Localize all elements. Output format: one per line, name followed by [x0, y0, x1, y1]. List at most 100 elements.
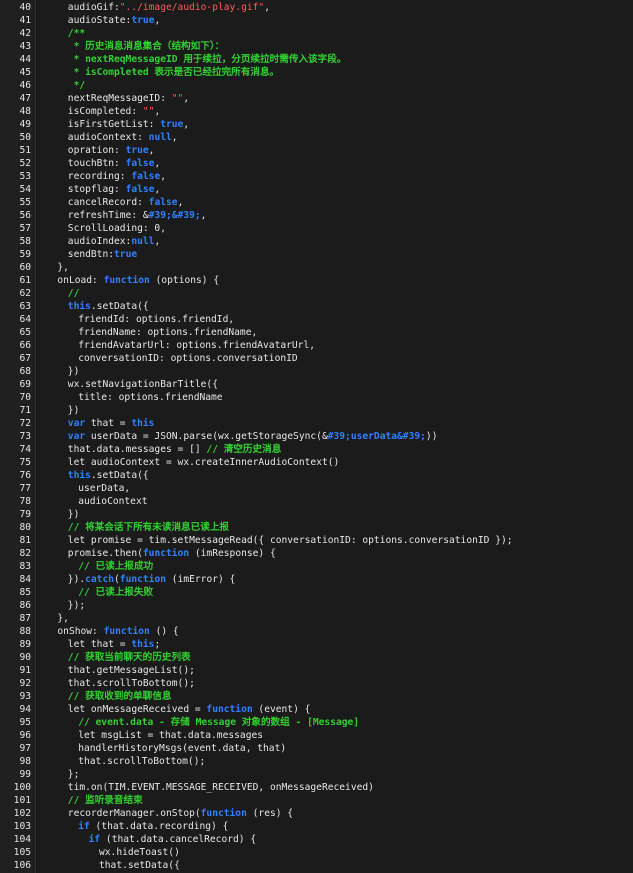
- code-token: // 清空历史消息: [206, 443, 282, 455]
- code-line[interactable]: 85 // 已读上报失败: [0, 586, 633, 599]
- code-line[interactable]: 71}): [0, 404, 633, 417]
- code-text: that.scrollToBottom();: [78, 755, 205, 768]
- code-line[interactable]: 92 that.scrollToBottom();: [0, 677, 633, 690]
- code-line[interactable]: 48 isCompleted: "",: [0, 105, 633, 118]
- code-line[interactable]: 46 */: [0, 79, 633, 92]
- code-editor[interactable]: 40 audioGif:"../image/audio-play.gif", 41 a…: [0, 0, 633, 873]
- code-line[interactable]: 89 let that = this;: [0, 638, 633, 651]
- code-token: }).: [67, 573, 86, 585]
- code-line[interactable]: 80 // 将某会话下所有未读消息已读上报: [0, 521, 633, 534]
- code-line[interactable]: 64 friendId: options.friendId,: [0, 313, 633, 326]
- code-text: /**: [68, 27, 85, 40]
- code-line[interactable]: 59 sendBtn:true: [0, 248, 633, 261]
- code-line[interactable]: 76 this.setData({: [0, 469, 633, 482]
- line-number: 44: [19, 53, 31, 65]
- code-line[interactable]: 72 var that = this: [0, 417, 633, 430]
- code-line[interactable]: 58 audioIndex:null,: [0, 235, 633, 248]
- code-line[interactable]: 67 conversationID: options.conversationID: [0, 352, 633, 365]
- code-line[interactable]: 49 isFirstGetList: true,: [0, 118, 633, 131]
- code-line[interactable]: 105 wx.hideToast(): [0, 846, 633, 859]
- code-token: audioState:: [67, 14, 132, 26]
- code-line[interactable]: 96 let msgList = that.data.messages: [0, 729, 633, 742]
- code-line[interactable]: 102 recorderManager.onStop(function (res)…: [0, 807, 633, 820]
- code-line[interactable]: 90 // 获取当前聊天的历史列表: [0, 651, 633, 664]
- code-line[interactable]: 70 title: options.friendName: [0, 391, 633, 404]
- code-line[interactable]: 65 friendName: options.friendName,: [0, 326, 633, 339]
- code-text: that.setData({: [99, 859, 180, 872]
- code-line[interactable]: 87},: [0, 612, 633, 625]
- code-line[interactable]: 83 // 已读上报成功: [0, 560, 633, 573]
- code-token: that.data.messages = []: [67, 443, 207, 455]
- code-line[interactable]: 91 that.getMessageList();: [0, 664, 633, 677]
- code-line[interactable]: 50 audioContext: null,: [0, 131, 633, 144]
- code-line[interactable]: 82 promise.then(function (imResponse) {: [0, 547, 633, 560]
- code-line[interactable]: 51 opration: true,: [0, 144, 633, 157]
- code-line[interactable]: 41 audioState:true,: [0, 14, 633, 27]
- code-line[interactable]: 42 /**: [0, 27, 633, 40]
- code-token: // 将某会话下所有未读消息已读上报: [67, 521, 230, 533]
- code-token: "": [142, 105, 155, 117]
- code-line[interactable]: 104 if (that.data.cancelRecord) {: [0, 833, 633, 846]
- code-token: var: [67, 417, 86, 429]
- code-line[interactable]: 86});: [0, 599, 633, 612]
- code-line[interactable]: 60},: [0, 261, 633, 274]
- code-line[interactable]: 47 nextReqMessageID: "",: [0, 92, 633, 105]
- code-line[interactable]: 57 ScrollLoading: 0,: [0, 222, 633, 235]
- code-line[interactable]: 75 let audioContext = wx.createInnerAudio…: [0, 456, 633, 469]
- code-line[interactable]: 44 * nextReqMessageID 用于续拉，分页续拉时需传入该字段。: [0, 53, 633, 66]
- code-line[interactable]: 68}): [0, 365, 633, 378]
- code-line[interactable]: 100 tim.on(TIM.EVENT.MESSAGE_RECEIVED, on…: [0, 781, 633, 794]
- code-line[interactable]: 62 //: [0, 287, 633, 300]
- code-line[interactable]: 54 stopflag: false,: [0, 183, 633, 196]
- code-line[interactable]: 78 audioContext: [0, 495, 633, 508]
- code-line[interactable]: 81 let promise = tim.setMessageRead({ con…: [0, 534, 633, 547]
- code-token: audioGif:: [67, 1, 120, 13]
- code-line[interactable]: 43 * 历史消息消息集合（结构如下）：: [0, 40, 633, 53]
- code-line[interactable]: 61 onLoad: function (options) {: [0, 274, 633, 287]
- code-line[interactable]: 97 handlerHistoryMsgs(event.data, that): [0, 742, 633, 755]
- line-number: 56: [19, 209, 31, 221]
- code-token: }): [67, 365, 80, 377]
- code-line[interactable]: 101 // 监听录音结束: [0, 794, 633, 807]
- code-line[interactable]: 79}): [0, 508, 633, 521]
- code-line[interactable]: 53 recording: false,: [0, 170, 633, 183]
- code-token: #39;userData&#39;: [327, 430, 426, 442]
- code-line[interactable]: 74 that.data.messages = [] // 清空历史消息: [0, 443, 633, 456]
- code-line[interactable]: 69 wx.setNavigationBarTitle({: [0, 378, 633, 391]
- code-line[interactable]: 84}).catch(function (imError) {: [0, 573, 633, 586]
- code-token: () {: [149, 625, 179, 637]
- code-line[interactable]: 77 userData,: [0, 482, 633, 495]
- code-line[interactable]: 93 // 获取收到的单聊信息: [0, 690, 633, 703]
- code-line[interactable]: 73 var userData = JSON.parse(wx.getStorag…: [0, 430, 633, 443]
- code-token: .setData({: [90, 300, 149, 312]
- code-line[interactable]: 94 let onMessageReceived = function (even…: [0, 703, 633, 716]
- code-token: (imResponse) {: [189, 547, 276, 559]
- code-token: * nextReqMessageID 用于续拉，分页续拉时需传入该字段。: [67, 53, 347, 65]
- code-line[interactable]: 56 refreshTime: &#39;&#39;,: [0, 209, 633, 222]
- code-line[interactable]: 99};: [0, 768, 633, 781]
- code-token: handlerHistoryMsgs(event.data, that): [78, 742, 287, 754]
- code-token: that =: [85, 417, 132, 429]
- code-line[interactable]: 63 this.setData({: [0, 300, 633, 313]
- code-line[interactable]: 66 friendAvatarUrl: options.friendAvatarU…: [0, 339, 633, 352]
- line-number: 76: [19, 469, 31, 481]
- code-line[interactable]: 45 * isCompleted 表示是否已经拉完所有消息。: [0, 66, 633, 79]
- code-line[interactable]: 52 touchBtn: false,: [0, 157, 633, 170]
- line-number: 95: [19, 716, 31, 728]
- code-token: refreshTime:: [67, 209, 143, 221]
- code-line[interactable]: 88 onShow: function () {: [0, 625, 633, 638]
- code-token: friendName: options.friendName,: [78, 326, 258, 338]
- code-line[interactable]: 106 that.setData({: [0, 859, 633, 872]
- line-number: 87: [19, 612, 31, 624]
- code-line[interactable]: 40 audioGif:"../image/audio-play.gif",: [0, 1, 633, 14]
- code-line[interactable]: 98 that.scrollToBottom();: [0, 755, 633, 768]
- code-text: // event.data - 存储 Message 对象的数组 - [Mess…: [78, 716, 359, 729]
- code-line[interactable]: 55 cancelRecord: false,: [0, 196, 633, 209]
- code-text: //: [68, 287, 80, 300]
- code-line[interactable]: 103 if (that.data.recording) {: [0, 820, 633, 833]
- line-number: 42: [19, 27, 31, 39]
- code-token: // 监听录音结束: [67, 794, 143, 806]
- code-text: },: [57, 261, 69, 274]
- code-text: // 已读上报成功: [78, 560, 153, 573]
- code-line[interactable]: 95 // event.data - 存储 Message 对象的数组 - [Me…: [0, 716, 633, 729]
